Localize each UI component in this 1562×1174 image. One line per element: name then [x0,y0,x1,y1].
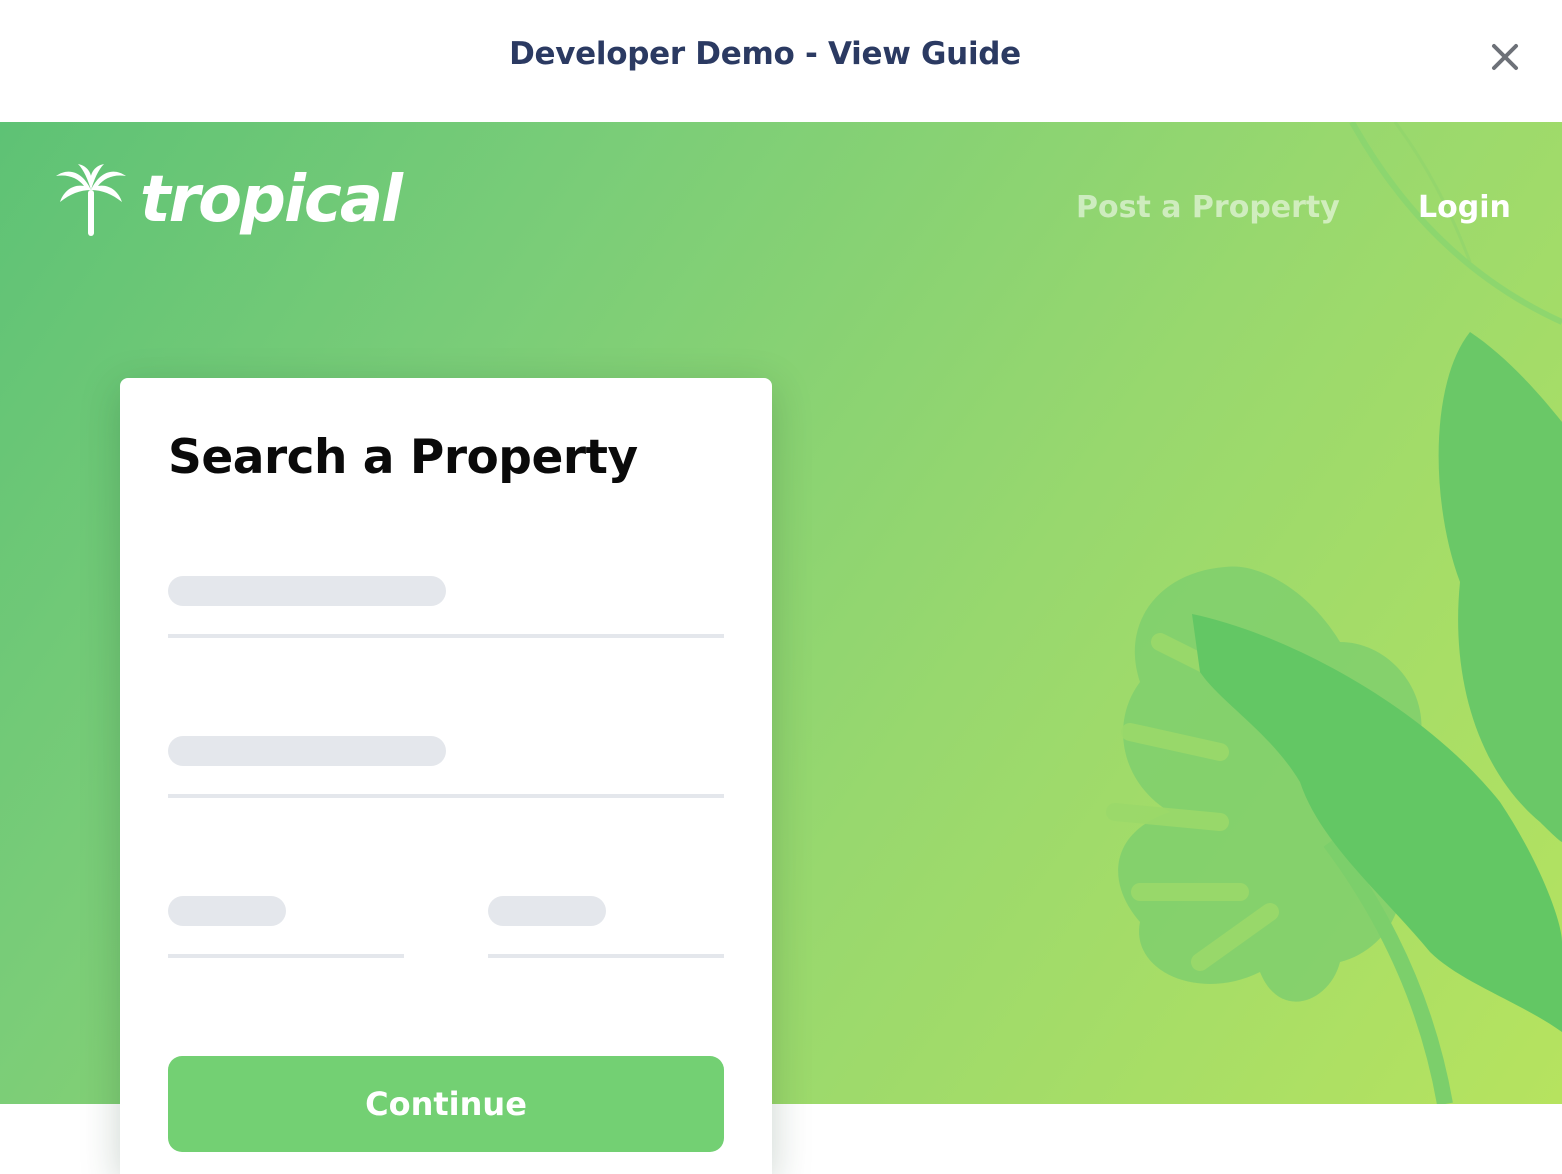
field-label-placeholder [488,896,606,926]
field-label-placeholder [168,736,446,766]
field-underline [168,794,724,798]
logo-text: tropical [140,163,403,237]
continue-button[interactable]: Continue [168,1056,724,1152]
nav-login-link[interactable]: Login [1418,190,1511,225]
guide-bar: Developer Demo - View Guide [0,0,1562,122]
search-card: Search a Property Continue [120,378,772,1174]
close-icon[interactable] [1484,36,1526,78]
field-underline [168,634,724,638]
guide-title: Developer Demo - View Guide [509,36,1021,72]
field-underline [488,954,724,958]
tropical-logo[interactable]: tropical [54,160,403,240]
nav-post-property-link[interactable]: Post a Property [1076,190,1340,225]
field-label-placeholder [168,576,446,606]
field-label-placeholder [168,896,286,926]
search-card-title: Search a Property [168,430,638,485]
field-underline [168,954,404,958]
palm-tree-icon [56,164,126,236]
